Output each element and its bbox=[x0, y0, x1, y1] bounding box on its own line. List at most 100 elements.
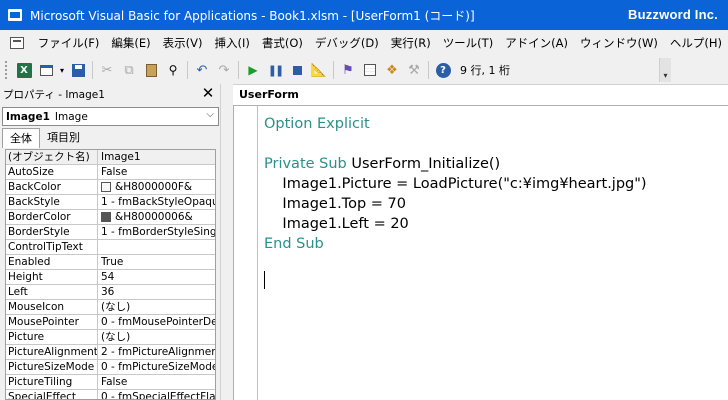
reset-button[interactable] bbox=[286, 59, 308, 81]
property-name: MouseIcon bbox=[6, 300, 98, 314]
help-button[interactable]: ? bbox=[432, 59, 454, 81]
cut-button[interactable]: ✂ bbox=[96, 59, 118, 81]
property-row[interactable]: Enabled True bbox=[6, 255, 215, 270]
paste-button[interactable] bbox=[140, 59, 162, 81]
properties-title-bar: プロパティ - Image1 ✕ bbox=[0, 84, 220, 104]
toolbar-separator bbox=[238, 61, 239, 79]
property-row[interactable]: MouseIcon (なし) bbox=[6, 300, 215, 315]
vba-app-icon[interactable] bbox=[7, 7, 23, 23]
copy-button[interactable]: ⧉ bbox=[118, 59, 140, 81]
standard-toolbar: X ▾ ✂ ⧉ ⚲ ↶ ↷ ▶ ❚❚ 📐 ⚑ ❖ ⚒ ? 9 行, 1 桁 bbox=[0, 56, 670, 84]
close-icon[interactable]: ✕ bbox=[200, 85, 216, 101]
property-row[interactable]: BorderColor &H80000006& bbox=[6, 210, 215, 225]
property-value[interactable] bbox=[98, 240, 215, 254]
property-value[interactable]: 1 - fmBackStyleOpaque bbox=[98, 195, 215, 209]
code-line: Image1.Picture = LoadPicture("c:¥img¥hea… bbox=[264, 174, 647, 194]
property-value[interactable]: 0 - fmSpecialEffectFlat bbox=[98, 390, 215, 399]
property-value[interactable]: (なし) bbox=[98, 330, 215, 344]
property-row[interactable]: PictureTiling False bbox=[6, 375, 215, 390]
code-line: Private Sub UserForm_Initialize() bbox=[264, 154, 647, 174]
property-value[interactable]: 1 - fmBorderStyleSingle bbox=[98, 225, 215, 239]
find-button[interactable]: ⚲ bbox=[162, 59, 184, 81]
property-row[interactable]: (オブジェクト名) Image1 bbox=[6, 150, 215, 165]
property-row[interactable]: ControlTipText bbox=[6, 240, 215, 255]
property-row[interactable]: SpecialEffect 0 - fmSpecialEffectFlat bbox=[6, 390, 215, 399]
insert-dropdown-button[interactable]: ▾ bbox=[57, 59, 67, 81]
tab-categorized[interactable]: 項目別 bbox=[40, 128, 87, 148]
code-text-segment: Image1.Picture = LoadPicture("c:¥img¥hea… bbox=[264, 176, 647, 192]
property-row[interactable]: MousePointer0 - fmMousePointerDefault bbox=[6, 315, 215, 330]
insert-userform-button[interactable] bbox=[35, 59, 57, 81]
property-value[interactable]: 36 bbox=[98, 285, 215, 299]
menu-edit[interactable]: 編集(E) bbox=[105, 32, 156, 54]
code-editor[interactable]: Option Explicit Private Sub UserForm_Init… bbox=[233, 106, 728, 400]
object-combo[interactable]: UserForm bbox=[239, 88, 299, 101]
project-explorer-button[interactable]: ⚑ bbox=[337, 59, 359, 81]
color-swatch bbox=[101, 212, 111, 222]
text-cursor bbox=[264, 271, 265, 289]
property-value[interactable]: 0 - fmMousePointerDefault bbox=[98, 315, 215, 329]
menu-help[interactable]: ヘルプ(H) bbox=[664, 32, 728, 54]
chevron-down-icon: ⌵ bbox=[206, 109, 214, 120]
property-value[interactable]: (なし) bbox=[98, 300, 215, 314]
design-mode-button[interactable]: 📐 bbox=[308, 59, 330, 81]
toolbar-overflow-button[interactable]: ▾ bbox=[659, 58, 671, 82]
menu-run[interactable]: 実行(R) bbox=[385, 32, 437, 54]
cut-icon: ✂ bbox=[101, 62, 113, 78]
code-keyword: Private Sub bbox=[264, 156, 347, 172]
property-value[interactable]: Image1 bbox=[98, 150, 215, 164]
property-value[interactable]: True bbox=[98, 255, 215, 269]
margin-indicator-bar[interactable] bbox=[234, 106, 258, 400]
property-row[interactable]: Height 54 bbox=[6, 270, 215, 285]
stop-icon bbox=[292, 65, 302, 75]
redo-button[interactable]: ↷ bbox=[213, 59, 235, 81]
menu-tools[interactable]: ツール(T) bbox=[437, 32, 500, 54]
property-row[interactable]: AutoSize False bbox=[6, 165, 215, 180]
object-browser-button[interactable]: ❖ bbox=[381, 59, 403, 81]
save-button[interactable] bbox=[67, 59, 89, 81]
menu-addins[interactable]: アドイン(A) bbox=[499, 32, 574, 54]
property-value[interactable]: 0 - fmPictureSizeModeClip bbox=[98, 360, 215, 374]
view-excel-button[interactable]: X bbox=[13, 59, 35, 81]
property-value[interactable]: False bbox=[98, 375, 215, 389]
copy-icon: ⧉ bbox=[124, 62, 134, 78]
toolbar-separator bbox=[92, 61, 93, 79]
undo-button[interactable]: ↶ bbox=[191, 59, 213, 81]
property-row[interactable]: BorderStyle 1 - fmBorderStyleSingle bbox=[6, 225, 215, 240]
properties-window-button[interactable] bbox=[359, 59, 381, 81]
mdi-window-icon[interactable] bbox=[6, 32, 28, 54]
property-row[interactable]: PictureAlignment2 - fmPictureAlignmentCe… bbox=[6, 345, 215, 360]
panel-splitter[interactable] bbox=[220, 84, 228, 400]
run-button[interactable]: ▶ bbox=[242, 59, 264, 81]
property-value-text: True bbox=[101, 256, 124, 268]
property-value[interactable]: 2 - fmPictureAlignmentCenter bbox=[98, 345, 215, 359]
property-value[interactable]: &H8000000F& bbox=[98, 180, 215, 194]
property-row[interactable]: Picture (なし) bbox=[6, 330, 215, 345]
property-row[interactable]: PictureSizeMode0 - fmPictureSizeModeClip bbox=[6, 360, 215, 375]
property-value[interactable]: 54 bbox=[98, 270, 215, 284]
menu-view[interactable]: 表示(V) bbox=[157, 32, 209, 54]
tab-alphabetic[interactable]: 全体 bbox=[2, 128, 40, 148]
property-name: Enabled bbox=[6, 255, 98, 269]
menu-format[interactable]: 書式(O) bbox=[256, 32, 309, 54]
property-value[interactable]: &H80000006& bbox=[98, 210, 215, 224]
property-value-text: &H8000000F& bbox=[115, 181, 193, 193]
property-row[interactable]: BackStyle 1 - fmBackStyleOpaque bbox=[6, 195, 215, 210]
property-name: PictureAlignment bbox=[8, 345, 98, 359]
toolbox-button[interactable]: ⚒ bbox=[403, 59, 425, 81]
property-name: AutoSize bbox=[6, 165, 98, 179]
menu-window[interactable]: ウィンドウ(W) bbox=[574, 32, 664, 54]
code-keyword: Option Explicit bbox=[264, 116, 370, 132]
code-text[interactable]: Option Explicit Private Sub UserForm_Init… bbox=[264, 114, 647, 254]
property-row[interactable]: BackColor &H8000000F& bbox=[6, 180, 215, 195]
break-button[interactable]: ❚❚ bbox=[264, 59, 286, 81]
menu-debug[interactable]: デバッグ(D) bbox=[309, 32, 385, 54]
toolbar-grip[interactable] bbox=[5, 61, 9, 79]
menu-insert[interactable]: 挿入(I) bbox=[208, 32, 255, 54]
property-row[interactable]: Left 36 bbox=[6, 285, 215, 300]
code-window-header: UserForm bbox=[233, 84, 728, 106]
menu-file[interactable]: ファイル(F) bbox=[32, 32, 106, 54]
object-selector[interactable]: Image1 Image ⌵ bbox=[2, 107, 219, 126]
property-value-text: 2 - fmPictureAlignmentCenter bbox=[101, 346, 215, 358]
property-value[interactable]: False bbox=[98, 165, 215, 179]
